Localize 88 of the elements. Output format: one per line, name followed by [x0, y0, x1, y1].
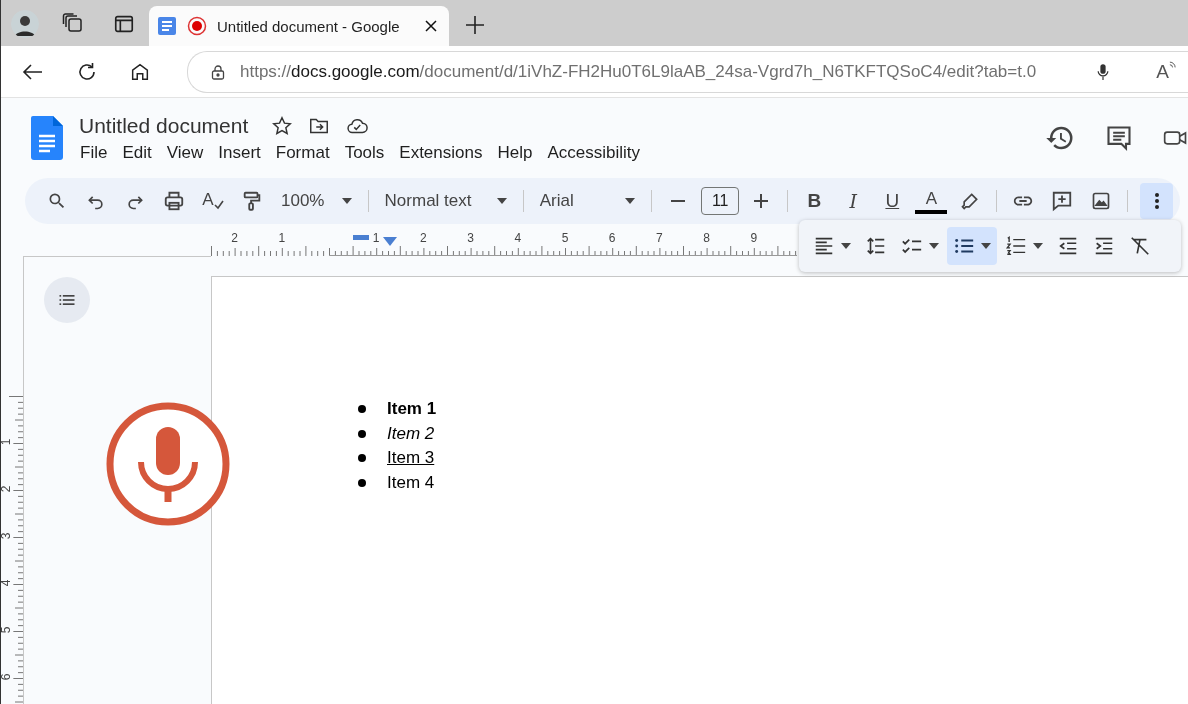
- marker-pen-icon: [960, 191, 981, 211]
- menu-item[interactable]: Extensions: [392, 140, 491, 165]
- menu-item[interactable]: Accessibility: [540, 140, 649, 165]
- url-text: https://docs.google.com/document/d/1iVhZ-FH2Hu0T6L9laAB_24sa-Vgrd7h_N6TKFTQSoC4/edit?tab=t.0: [240, 61, 1037, 82]
- ruler-number: 6: [1, 673, 14, 681]
- ruler-number: 6: [607, 232, 617, 245]
- list-item-text: Item 3: [387, 448, 435, 469]
- caret-icon[interactable]: [929, 243, 939, 249]
- ruler-number: 2: [1, 485, 14, 493]
- new-tab-icon[interactable]: [465, 15, 485, 35]
- add-comment-icon: [1051, 190, 1074, 212]
- italic-button[interactable]: I: [837, 184, 870, 218]
- more-options-button[interactable]: [1140, 183, 1173, 219]
- caret-icon: [341, 198, 352, 204]
- document-outline-button[interactable]: [44, 277, 90, 323]
- ruler-number: 5: [1, 626, 14, 634]
- menu-item[interactable]: Help: [490, 140, 541, 165]
- bulleted-list-button[interactable]: [947, 227, 997, 265]
- left-indent-marker[interactable]: [383, 237, 397, 246]
- address-field[interactable]: https://docs.google.com/document/d/1iVhZ-FH2Hu0T6L9laAB_24sa-Vgrd7h_N6TKFTQSoC4/edit?tab=t.0 A: [187, 50, 1188, 93]
- bullet-icon: [358, 429, 366, 438]
- plus-icon: [754, 194, 769, 208]
- menu-item[interactable]: Edit: [115, 140, 160, 165]
- bullet-icon: [358, 454, 366, 463]
- spellcheck-button[interactable]: A: [197, 184, 229, 218]
- ruler-number: 3: [1, 532, 14, 540]
- workspaces-icon[interactable]: [61, 11, 85, 35]
- menu-item[interactable]: File: [73, 140, 116, 165]
- menu-item[interactable]: Tools: [337, 140, 393, 165]
- docs-logo-icon[interactable]: [31, 116, 63, 160]
- document-icon: [157, 16, 177, 36]
- ruler-number: 2: [230, 232, 239, 245]
- checkmark-icon: [213, 200, 224, 210]
- image-icon: [1091, 191, 1112, 211]
- browser-tab[interactable]: Untitled document - Google: [149, 6, 449, 46]
- zoom-dropdown[interactable]: 100%: [275, 184, 358, 218]
- search-icon: [47, 191, 67, 211]
- ruler-number: 1: [277, 232, 287, 245]
- ruler-number: 4: [513, 232, 523, 245]
- caret-icon[interactable]: [841, 243, 851, 249]
- caret-icon[interactable]: [1033, 243, 1043, 249]
- clear-formatting-icon: [1129, 235, 1151, 257]
- numbered-list-icon: [1005, 235, 1027, 257]
- ruler-number: 9: [749, 232, 759, 245]
- bullet-icon: [358, 405, 366, 414]
- profile-avatar[interactable]: [11, 10, 39, 38]
- increase-indent-icon: [1093, 235, 1115, 257]
- caret-icon: [496, 198, 507, 204]
- document-title[interactable]: Untitled document: [79, 113, 249, 138]
- print-icon: [163, 190, 185, 212]
- caret-icon[interactable]: [981, 243, 991, 249]
- ruler-number: 4: [1, 579, 14, 587]
- list-item-text: Item 4: [387, 472, 435, 493]
- close-icon[interactable]: [425, 20, 437, 32]
- minus-icon: [671, 200, 686, 202]
- ruler-number: 1: [371, 232, 381, 245]
- ruler-number: 5: [560, 232, 570, 245]
- caret-icon: [625, 198, 636, 204]
- menu-item[interactable]: Format: [268, 140, 338, 165]
- read-aloud-button[interactable]: A: [1156, 60, 1176, 83]
- lock-icon: [210, 63, 226, 80]
- microphone-icon[interactable]: [1096, 62, 1111, 81]
- text-color-button[interactable]: A: [915, 188, 948, 214]
- list-item-text: Item 2: [387, 423, 435, 444]
- paragraph-style-dropdown[interactable]: Normal text: [378, 184, 513, 218]
- underline-button[interactable]: U: [876, 184, 909, 218]
- more-vertical-icon: [1154, 193, 1159, 209]
- ruler-number: 7: [655, 232, 664, 245]
- star-icon[interactable]: [271, 114, 294, 137]
- font-size-field[interactable]: 11: [701, 187, 740, 215]
- align-icon: [813, 235, 835, 257]
- paint-roller-icon: [241, 190, 263, 212]
- tab-title: Untitled document - Google: [217, 17, 401, 35]
- first-line-indent-marker[interactable]: [353, 235, 369, 240]
- vertical-tabs-icon[interactable]: [113, 13, 135, 35]
- ruler-number: 8: [702, 232, 711, 245]
- bold-button[interactable]: B: [798, 184, 831, 218]
- list-item-text: Item 1: [387, 399, 437, 420]
- ruler-number: 1: [1, 438, 14, 446]
- comments-icon[interactable]: [1105, 124, 1133, 152]
- menu-item[interactable]: View: [159, 140, 212, 165]
- font-dropdown[interactable]: Arial: [533, 184, 642, 218]
- ruler-number: 3: [466, 232, 475, 245]
- menu-item[interactable]: Insert: [211, 140, 269, 165]
- ruler-number: 2: [419, 232, 428, 245]
- line-spacing-icon: [865, 235, 887, 257]
- bullet-icon: [358, 478, 366, 487]
- decrease-indent-icon: [1057, 235, 1079, 257]
